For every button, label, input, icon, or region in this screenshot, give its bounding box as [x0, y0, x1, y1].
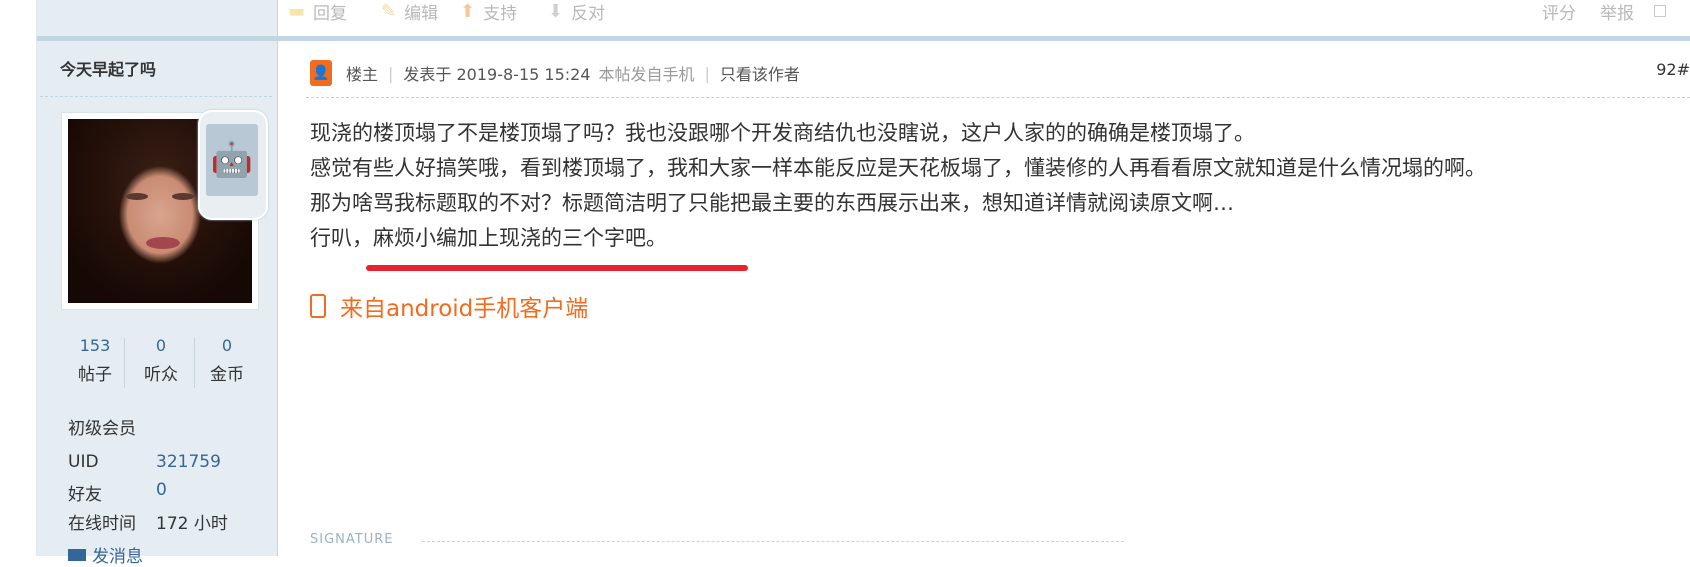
stat-followers[interactable]: 0 听众: [128, 336, 194, 385]
pencil-icon: ✎: [381, 0, 397, 22]
reply-button[interactable]: ▬ 回复: [288, 0, 347, 24]
user-rank[interactable]: 初级会员: [68, 414, 136, 439]
uid-value[interactable]: 321759: [156, 452, 221, 472]
online-time-row: 在线时间 172 小时: [68, 509, 228, 534]
mobile-phone-icon: [310, 294, 326, 318]
post-action-bar: ▬ 回复 ✎ 编辑 ⬆ 支持 ⬇ 反对 评分 举报: [278, 0, 1690, 38]
post-head-divider: [306, 97, 1690, 98]
oppose-button[interactable]: ⬇ 反对: [548, 0, 605, 24]
red-underline-annotation: [366, 265, 748, 271]
rate-button[interactable]: 评分: [1542, 0, 1576, 24]
client-source-link[interactable]: 来自android手机客户端: [310, 289, 588, 323]
post-line: 那为啥骂我标题取的不对？标题简洁明了只能把最主要的东西展示出来，想知道详情就阅读…: [310, 191, 1234, 215]
thread-owner-icon: 👤: [310, 60, 332, 86]
support-button[interactable]: ⬆ 支持: [460, 0, 517, 24]
arrow-up-icon: ⬆: [460, 0, 476, 22]
report-button[interactable]: 举报: [1600, 0, 1634, 24]
floor-number[interactable]: 92#: [1656, 60, 1690, 79]
post-content: 现浇的楼顶塌了不是楼顶塌了吗？我也没跟哪个开发商结仇也没瞎说，这户人家的的确确是…: [310, 116, 1486, 256]
uid-row: UID 321759: [68, 452, 221, 472]
post-line: 现浇的楼顶塌了不是楼顶塌了吗？我也没跟哪个开发商结仇也没瞎说，这户人家的的确确是…: [310, 121, 1255, 145]
author-name[interactable]: 今天早起了吗: [60, 56, 156, 80]
reply-icon: ▬: [288, 0, 306, 22]
left-margin: [0, 0, 37, 556]
stat-divider: [124, 338, 125, 388]
stat-posts[interactable]: 153 帖子: [62, 336, 128, 385]
mobile-user-badge: 🤖: [198, 110, 268, 220]
stat-coins[interactable]: 0 金币: [194, 336, 260, 385]
friends-value[interactable]: 0: [156, 480, 167, 500]
friends-row: 好友 0: [68, 480, 167, 505]
signature-label: SIGNATURE: [310, 532, 394, 547]
post-line: 感觉有些人好搞笑哦，看到楼顶塌了，我和大家一样本能反应是天花板塌了，懂装修的人再…: [310, 156, 1486, 180]
sidebar-divider: [40, 96, 272, 97]
signature-divider: [422, 541, 1124, 542]
only-author-link[interactable]: 只看该作者: [720, 61, 800, 85]
post-time: 发表于 2019-8-15 15:24: [403, 65, 591, 84]
edit-button[interactable]: ✎ 编辑: [381, 0, 438, 24]
checkbox-icon[interactable]: [1654, 0, 1666, 22]
author-stats: 153 帖子 0 听众 0 金币: [62, 336, 262, 392]
arrow-down-icon: ⬇: [548, 0, 564, 22]
post-meta: 👤 楼主 | 发表于 2019-8-15 15:24 本帖发自手机 | 只看该作…: [310, 58, 800, 88]
source-note: 本帖发自手机: [598, 65, 695, 84]
owner-label: 楼主: [346, 65, 379, 84]
online-time-value: 172 小时: [156, 514, 228, 534]
send-message-link[interactable]: 发消息: [68, 542, 143, 567]
android-icon: 🤖: [206, 124, 258, 196]
post-divider: [37, 36, 1690, 41]
envelope-icon: [68, 548, 86, 561]
post-line: 行叭，麻烦小编加上现浇的三个字吧。: [310, 226, 667, 250]
